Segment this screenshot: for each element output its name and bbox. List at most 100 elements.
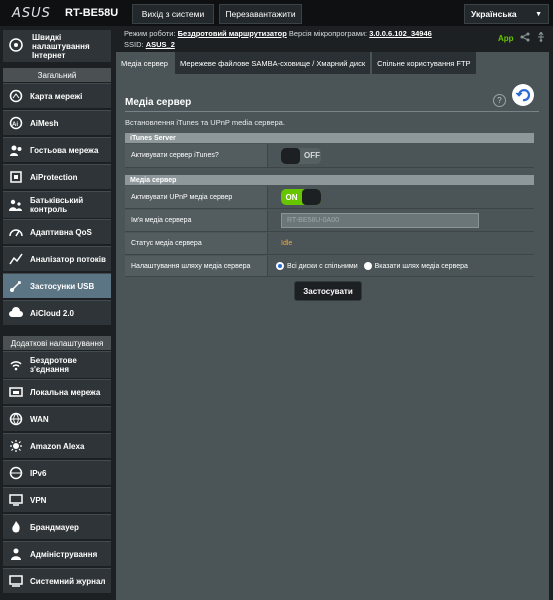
- sidebar-item-label: IPv6: [30, 468, 47, 478]
- share-icon[interactable]: [520, 32, 530, 44]
- radio-label: Всі диски с спільними: [287, 262, 358, 270]
- firmware-label: Версія мікропрограми:: [288, 29, 368, 38]
- toggle-text: OFF: [304, 151, 320, 160]
- path-option-manual[interactable]: Вказати шлях медіа сервера: [363, 262, 468, 270]
- server-path-row: Налаштування шляху медіа сервера Всі дис…: [125, 256, 534, 277]
- help-icon[interactable]: ?: [493, 94, 506, 107]
- server-name-input[interactable]: RT-BE58U-0A00: [281, 213, 479, 228]
- wizard-icon: [8, 37, 26, 55]
- sidebar-item-system-log[interactable]: Системний журнал: [3, 568, 111, 593]
- firmware-value[interactable]: 3.0.0.6.102_34946: [369, 29, 432, 38]
- sidebar-item-label: Гостьова мережа: [30, 145, 99, 155]
- sidebar-item-firewall[interactable]: Брандмауер: [3, 514, 111, 539]
- itunes-enable-label: Активувати сервер iTunes?: [125, 144, 268, 167]
- ipv6-icon: [7, 464, 25, 482]
- tab-samba[interactable]: Мережеве файлове SAMBA-сховище / Хмарний…: [174, 52, 371, 74]
- server-status-value: Idle: [281, 240, 293, 247]
- sidebar-item-usb-apps[interactable]: Застосунки USB: [3, 273, 111, 298]
- lan-icon: [7, 383, 25, 401]
- aimesh-icon: Ai: [7, 114, 25, 132]
- app-link[interactable]: App: [498, 34, 514, 43]
- upnp-enable-label: Активувати UPnP медіа сервер: [125, 186, 268, 208]
- sidebar-item-label: AiCloud 2.0: [30, 308, 75, 318]
- radio-selected-icon: [276, 262, 284, 270]
- ssid-value[interactable]: ASUS_2: [146, 40, 175, 49]
- page-description: Встановлення iTunes та UPnP media сервер…: [125, 118, 285, 127]
- sidebar-item-label: Локальна мережа: [30, 387, 101, 397]
- aicloud-icon: [7, 304, 25, 322]
- sidebar-item-alexa[interactable]: Amazon Alexa: [3, 433, 111, 458]
- mode-label: Режим роботи:: [124, 29, 176, 38]
- upnp-toggle[interactable]: ON: [281, 189, 321, 205]
- sidebar-item-label: AiMesh: [30, 118, 59, 128]
- sidebar-item-network-map[interactable]: Карта мережі: [3, 83, 111, 108]
- back-icon[interactable]: [512, 84, 534, 106]
- itunes-toggle[interactable]: OFF: [281, 147, 321, 164]
- parental-control-icon: [7, 196, 25, 214]
- aiprotection-icon: [7, 168, 25, 186]
- asus-logo: ASUS: [12, 6, 51, 21]
- logout-button[interactable]: Вихід з системи: [132, 4, 214, 24]
- sidebar-item-label: Аналізатор потоків: [30, 254, 106, 264]
- sidebar-item-label: Батьківський контроль: [30, 196, 84, 214]
- path-option-all-shared[interactable]: Всі диски с спільними: [276, 262, 358, 270]
- sidebar-item-label: Карта мережі: [30, 91, 83, 101]
- toggle-knob: [302, 189, 321, 205]
- itunes-enable-row: Активувати сервер iTunes? OFF: [125, 144, 534, 168]
- sidebar-item-label: Amazon Alexa: [30, 441, 85, 451]
- ssid-label: SSID:: [124, 40, 144, 49]
- router-model: RT-BE58U: [65, 7, 119, 19]
- tab-media-server[interactable]: Медіа сервер: [116, 52, 173, 74]
- sidebar-item-label: AiProtection: [30, 172, 78, 182]
- vpn-icon: [7, 491, 25, 509]
- quick-setup-label: Швидкі налаштування Інтернет: [32, 32, 90, 60]
- top-bar: ASUS RT-BE58U Вихід з системи Перезавант…: [0, 0, 553, 26]
- server-status-label: Статус медіа сервера: [125, 233, 268, 254]
- sidebar-item-traffic-analyzer[interactable]: Аналізатор потоків: [3, 246, 111, 271]
- server-name-row: Ім'я медіа сервера RT-BE58U-0A00: [125, 210, 534, 232]
- radio-unselected-icon: [363, 262, 372, 270]
- toggle-knob: [281, 147, 300, 164]
- server-status-row: Статус медіа сервера Idle: [125, 233, 534, 255]
- top-icons: App: [498, 31, 546, 44]
- quick-internet-setup[interactable]: Швидкі налаштування Інтернет: [3, 30, 111, 62]
- sidebar-item-label: Системний журнал: [30, 576, 106, 586]
- sidebar-item-parental-control[interactable]: Батьківський контроль: [3, 191, 111, 218]
- page-title: Медіа сервер: [125, 97, 192, 108]
- firewall-icon: [7, 518, 25, 536]
- sidebar-item-wan[interactable]: WAN: [3, 406, 111, 431]
- toggle-text: ON: [285, 192, 298, 202]
- sidebar-item-label: VPN: [30, 495, 47, 505]
- sidebar-item-label: Брандмауер: [30, 522, 79, 532]
- reboot-button[interactable]: Перезавантажити: [219, 4, 302, 24]
- language-select[interactable]: Українська ▼: [464, 4, 549, 24]
- media-section-header: Медіа сервер: [125, 175, 534, 185]
- sidebar-item-wireless[interactable]: Бездротове з'єднання: [3, 351, 111, 378]
- sidebar-item-administration[interactable]: Адміністрування: [3, 541, 111, 566]
- apply-button[interactable]: Застосувати: [294, 281, 362, 301]
- traffic-analyzer-icon: [7, 250, 25, 268]
- sidebar-item-lan[interactable]: Локальна мережа: [3, 379, 111, 404]
- sidebar-item-label: WAN: [30, 414, 49, 424]
- sidebar-item-aicloud[interactable]: AiCloud 2.0: [3, 300, 111, 325]
- usb-icon: [7, 277, 25, 295]
- sidebar-item-ipv6[interactable]: IPv6: [3, 460, 111, 485]
- alexa-icon: [7, 437, 25, 455]
- mode-value[interactable]: Бездротовий маршрутизатор: [178, 29, 287, 38]
- sidebar-item-label: Застосунки USB: [30, 281, 95, 291]
- sidebar-item-adaptive-qos[interactable]: Адаптивна QoS: [3, 219, 111, 244]
- title-divider: [125, 111, 539, 112]
- advanced-header: Додаткові налаштування: [3, 336, 111, 350]
- usb-status-icon[interactable]: [536, 31, 546, 44]
- sidebar-item-aimesh[interactable]: Ai AiMesh: [3, 110, 111, 135]
- network-map-icon: [7, 87, 25, 105]
- radio-label: Вказати шлях медіа сервера: [374, 262, 468, 270]
- qos-icon: [7, 223, 25, 241]
- sidebar-item-guest-network[interactable]: Гостьова мережа: [3, 137, 111, 162]
- sidebar-item-vpn[interactable]: VPN: [3, 487, 111, 512]
- sidebar-item-label: Бездротове з'єднання: [30, 356, 77, 374]
- wan-icon: [7, 410, 25, 428]
- svg-text:Ai: Ai: [12, 122, 18, 128]
- sidebar-item-aiprotection[interactable]: AiProtection: [3, 164, 111, 189]
- tab-ftp[interactable]: Спільне користування FTP: [372, 52, 476, 74]
